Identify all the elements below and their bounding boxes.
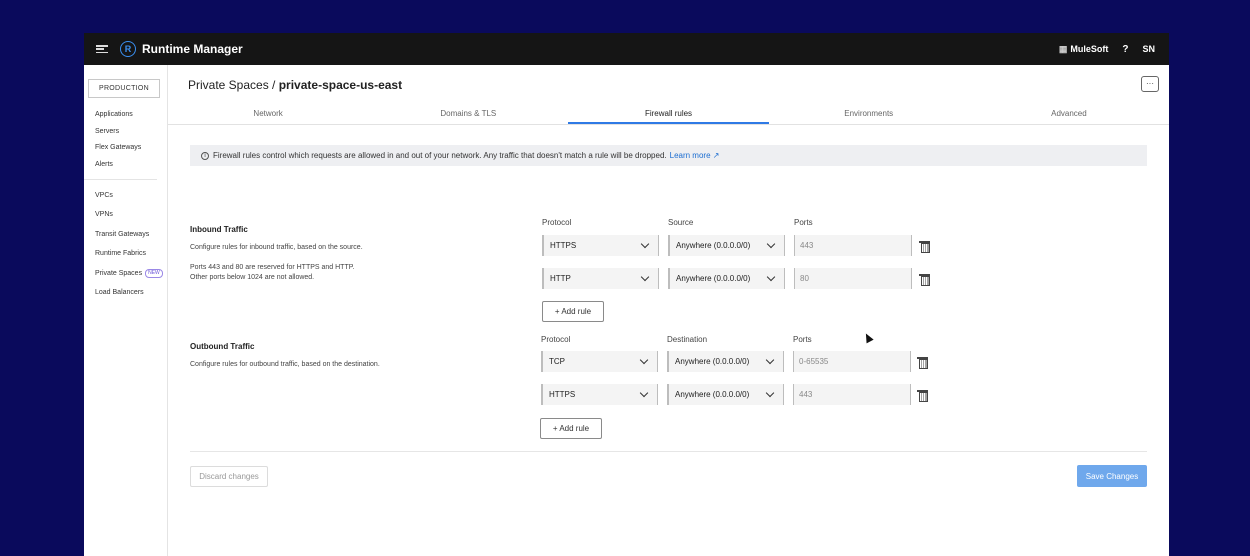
sidebar-item-vpns[interactable]: VPNs <box>95 206 167 226</box>
inbound-col-ports: Ports <box>794 218 813 227</box>
delete-rule-icon[interactable] <box>917 357 928 369</box>
inbound-ports-input[interactable]: 443 <box>794 235 912 256</box>
info-banner: i Firewall rules control which requests … <box>190 145 1147 166</box>
new-badge: NEW <box>145 269 163 279</box>
banner-text: Firewall rules control which requests ar… <box>213 151 667 160</box>
discard-changes-button[interactable]: Discard changes <box>190 466 268 487</box>
inbound-title: Inbound Traffic <box>190 225 248 234</box>
outbound-protocol-select[interactable]: TCP <box>541 351 658 372</box>
breadcrumb-current: private-space-us-east <box>278 78 403 92</box>
tab-domains-tls[interactable]: Domains & TLS <box>368 105 568 124</box>
inbound-source-select[interactable]: Anywhere (0.0.0.0/0) <box>668 235 785 256</box>
select-value: HTTPS <box>549 390 576 399</box>
inbound-note-2: Other ports below 1024 are not allowed. <box>190 274 315 281</box>
inbound-add-rule-button[interactable]: + Add rule <box>542 301 604 322</box>
runtime-manager-logo-icon: R <box>120 41 136 57</box>
select-value: Anywhere (0.0.0.0/0) <box>675 390 750 399</box>
breadcrumb-parent[interactable]: Private Spaces / <box>188 78 275 92</box>
delete-rule-icon[interactable] <box>917 390 928 402</box>
external-link-icon: ↗ <box>712 151 720 160</box>
outbound-col-protocol: Protocol <box>541 335 571 344</box>
outbound-destination-select[interactable]: Anywhere (0.0.0.0/0) <box>667 384 784 405</box>
environment-button[interactable]: PRODUCTION <box>88 79 160 98</box>
tab-firewall-rules[interactable]: Firewall rules <box>568 105 769 124</box>
outbound-col-destination: Destination <box>667 335 708 344</box>
inbound-note-1: Ports 443 and 80 are reserved for HTTPS … <box>190 264 355 271</box>
sidebar-divider <box>84 179 157 180</box>
sidebar-item-runtime-fabrics[interactable]: Runtime Fabrics <box>95 245 167 265</box>
sidebar-item-label: Private Spaces <box>95 269 143 277</box>
footer-divider <box>190 451 1147 452</box>
top-bar-actions: ▦ MuleSoft ? SN <box>1059 33 1155 65</box>
outbound-title: Outbound Traffic <box>190 342 255 351</box>
select-value: Anywhere (0.0.0.0/0) <box>676 241 751 250</box>
app-window: R Runtime Manager ▦ MuleSoft ? SN PRODUC… <box>84 33 1169 556</box>
user-avatar[interactable]: SN <box>1142 44 1155 54</box>
chevron-down-icon <box>765 355 775 365</box>
outbound-section: Outbound Traffic Configure rules for out… <box>190 342 380 370</box>
main-content: Private Spaces / private-space-us-east ·… <box>168 65 1169 556</box>
sidebar-group-network: VPCs VPNs Transit Gateways Runtime Fabri… <box>95 186 167 303</box>
sidebar-item-applications[interactable]: Applications <box>95 107 167 124</box>
org-name: MuleSoft <box>1070 44 1109 54</box>
sidebar-item-transit-gateways[interactable]: Transit Gateways <box>95 225 167 245</box>
learn-more-link[interactable]: Learn more ↗ <box>670 151 720 160</box>
inbound-protocol-select[interactable]: HTTPS <box>542 235 659 256</box>
outbound-protocol-select[interactable]: HTTPS <box>541 384 658 405</box>
sidebar-nav: Applications Servers Flex Gateways Alert… <box>84 107 167 303</box>
app-title: Runtime Manager <box>142 42 243 56</box>
sidebar: PRODUCTION Applications Servers Flex Gat… <box>84 65 168 556</box>
inbound-section: Inbound Traffic Configure rules for inbo… <box>190 225 363 283</box>
outbound-description: Configure rules for outbound traffic, ba… <box>190 361 380 368</box>
inbound-col-protocol: Protocol <box>542 218 572 227</box>
tab-advanced[interactable]: Advanced <box>969 105 1169 124</box>
inbound-source-select[interactable]: Anywhere (0.0.0.0/0) <box>668 268 785 289</box>
tab-bar: Network Domains & TLS Firewall rules Env… <box>168 105 1169 125</box>
select-value: HTTPS <box>550 241 577 250</box>
select-value: TCP <box>549 357 565 366</box>
chevron-down-icon <box>765 388 775 398</box>
chevron-down-icon <box>640 239 650 249</box>
top-bar: R Runtime Manager ▦ MuleSoft ? SN <box>84 33 1169 65</box>
delete-rule-icon[interactable] <box>919 241 930 253</box>
chevron-down-icon <box>766 272 776 282</box>
inbound-col-source: Source <box>668 218 694 227</box>
chevron-down-icon <box>639 355 649 365</box>
outbound-col-ports: Ports <box>793 335 812 344</box>
page-title: Private Spaces / private-space-us-east <box>188 78 402 92</box>
select-value: Anywhere (0.0.0.0/0) <box>675 357 750 366</box>
select-value: HTTP <box>550 274 571 283</box>
sidebar-item-private-spaces[interactable]: Private Spaces NEW <box>95 264 167 284</box>
sidebar-item-vpcs[interactable]: VPCs <box>95 186 167 206</box>
page-header: Private Spaces / private-space-us-east ·… <box>168 65 1169 105</box>
chevron-down-icon <box>640 272 650 282</box>
inbound-ports-input[interactable]: 80 <box>794 268 912 289</box>
learn-more-label: Learn more <box>669 151 711 160</box>
inbound-protocol-select[interactable]: HTTP <box>542 268 659 289</box>
org-switcher[interactable]: ▦ MuleSoft <box>1059 44 1109 55</box>
menu-icon[interactable] <box>96 43 108 55</box>
delete-rule-icon[interactable] <box>919 274 930 286</box>
chevron-down-icon <box>766 239 776 249</box>
outbound-destination-select[interactable]: Anywhere (0.0.0.0/0) <box>667 351 784 372</box>
select-value: Anywhere (0.0.0.0/0) <box>676 274 751 283</box>
outbound-ports-input[interactable]: 0-65535 <box>793 351 911 372</box>
sidebar-item-flex-gateways[interactable]: Flex Gateways <box>95 140 167 157</box>
tab-environments[interactable]: Environments <box>769 105 969 124</box>
help-icon[interactable]: ? <box>1122 44 1128 55</box>
chevron-down-icon <box>639 388 649 398</box>
sidebar-item-load-balancers[interactable]: Load Balancers <box>95 284 167 304</box>
more-options-button[interactable]: ··· <box>1141 76 1159 92</box>
save-changes-button[interactable]: Save Changes <box>1077 465 1147 487</box>
outbound-add-rule-button[interactable]: + Add rule <box>540 418 602 439</box>
inbound-description: Configure rules for inbound traffic, bas… <box>190 244 363 251</box>
info-icon: i <box>201 151 209 160</box>
sidebar-item-alerts[interactable]: Alerts <box>95 157 167 174</box>
tab-network[interactable]: Network <box>168 105 368 124</box>
building-icon: ▦ <box>1058 43 1068 54</box>
outbound-ports-input[interactable]: 443 <box>793 384 911 405</box>
sidebar-item-servers[interactable]: Servers <box>95 124 167 141</box>
